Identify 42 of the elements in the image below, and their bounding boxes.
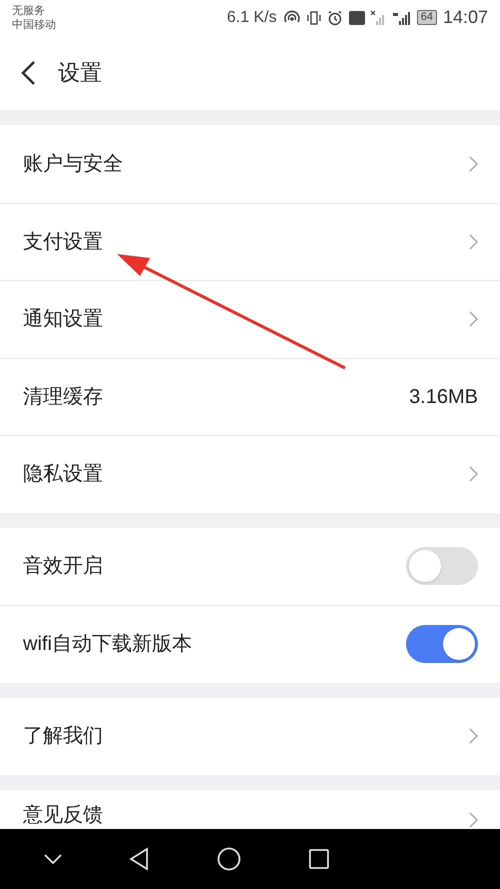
row-label: 账户与安全 bbox=[23, 152, 123, 177]
settings-row[interactable]: 清理缓存 3.16MB bbox=[0, 358, 500, 435]
home-circle-icon[interactable] bbox=[216, 847, 241, 871]
settings-row[interactable]: wifi自动下载新版本 bbox=[0, 605, 500, 682]
settings-row[interactable]: 隐私设置 bbox=[0, 435, 500, 512]
row-value: 3.16MB bbox=[409, 384, 478, 410]
row-label: 意见反馈 bbox=[23, 803, 103, 828]
settings-row[interactable]: 通知设置 bbox=[0, 280, 500, 358]
carrier-text: 中国移动 bbox=[12, 18, 56, 32]
back-triangle-icon[interactable] bbox=[129, 847, 150, 871]
row-label: 支付设置 bbox=[23, 230, 103, 255]
toggle-switch[interactable] bbox=[406, 625, 478, 664]
settings-row[interactable]: 账户与安全 bbox=[0, 125, 500, 202]
settings-row[interactable]: 了解我们 bbox=[0, 698, 500, 775]
settings-row[interactable]: 意见反馈 bbox=[0, 790, 500, 828]
alarm-clock-icon bbox=[326, 10, 343, 26]
chevron-right-icon bbox=[469, 728, 478, 744]
page-title: 设置 bbox=[58, 59, 102, 87]
carrier-text: 无服务 bbox=[12, 4, 46, 18]
vibrate-icon bbox=[306, 10, 321, 26]
row-label: wifi自动下载新版本 bbox=[23, 632, 192, 658]
chevron-right-icon bbox=[469, 466, 478, 482]
toggle-switch[interactable] bbox=[406, 547, 478, 586]
row-label: 通知设置 bbox=[23, 307, 103, 332]
no-signal-icon bbox=[370, 10, 387, 26]
clock-time: 14:07 bbox=[442, 6, 488, 29]
hotspot-icon bbox=[282, 10, 301, 26]
row-label: 清理缓存 bbox=[23, 384, 103, 410]
back-icon[interactable] bbox=[20, 60, 36, 86]
chevron-right-icon bbox=[469, 156, 478, 172]
signal-icon bbox=[392, 10, 411, 26]
battery-indicator: 64 bbox=[416, 10, 437, 25]
chevron-right-icon bbox=[469, 234, 478, 250]
recents-square-icon[interactable] bbox=[308, 849, 329, 869]
row-label: 音效开启 bbox=[23, 554, 103, 580]
network-speed: 6.1 K/s bbox=[226, 8, 277, 28]
row-label: 隐私设置 bbox=[23, 462, 103, 488]
chevron-right-icon bbox=[469, 311, 478, 328]
settings-row[interactable]: 音效开启 bbox=[0, 528, 500, 605]
chevron-down-icon[interactable] bbox=[44, 854, 62, 864]
row-label: 了解我们 bbox=[23, 724, 103, 750]
chevron-right-icon bbox=[469, 812, 478, 828]
